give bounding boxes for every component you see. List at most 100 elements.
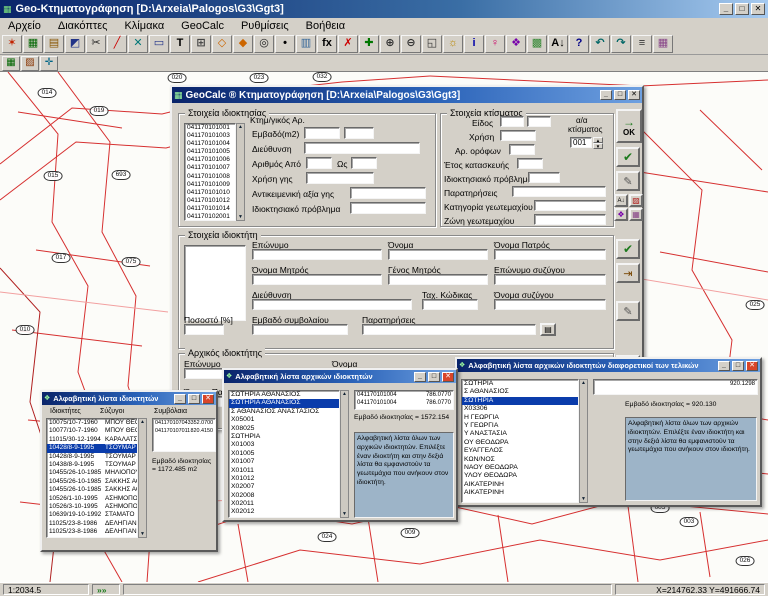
owner-list-item[interactable]: 11025/23-8-1986ΔΕΛΗΓΙΑΝ [47,520,137,528]
mother-name-field[interactable] [252,274,382,285]
kind-field[interactable] [500,116,524,127]
parcel-code-item[interactable]: 041170101005 [185,148,235,156]
sheet-index-icon[interactable]: ▤ [44,35,64,53]
sort-az-button[interactable]: A↓ [614,194,628,207]
owners-dialog-titlebar[interactable]: ❖ Αλφαβητική λίστα ιδιοκτητών _ □ ✕ [42,392,216,405]
palette-icon[interactable]: ❖ [506,35,526,53]
grid-cells-icon[interactable]: ⊞ [191,35,211,53]
parcel-code-item[interactable]: 041170101012 [185,197,235,205]
parcel-code-item[interactable]: 041170101003 [185,132,235,140]
geocalc-dialog-titlebar[interactable]: ▦ GeoCalc ® Κτηματογράφηση [D:\Arxeia\Pa… [172,87,642,103]
owner-list-item[interactable]: X02007 [229,483,339,491]
parcel-codes-listbox[interactable]: 0411701010010411701010030411701010040411… [184,123,236,221]
surname-field[interactable] [252,249,382,260]
notes-list-button[interactable]: ▤ [540,323,556,336]
parcel-code-item[interactable]: 041170101004 [185,140,235,148]
codes-scrollbar[interactable]: ▲▼ [236,123,245,221]
menu-item[interactable]: Ρυθμίσεις [233,20,297,32]
owner-list-item[interactable]: X08025 [229,425,339,433]
confirm-check-button[interactable]: ✔ [616,147,640,167]
building-problem-field[interactable] [528,172,560,183]
text-tool-icon[interactable]: T [170,35,190,53]
name-field[interactable] [388,249,488,260]
minimize-button[interactable]: _ [174,394,186,404]
maximize-button[interactable]: □ [428,372,440,382]
owner-list-item[interactable]: X03306 [462,405,578,413]
owner-list-item[interactable]: ΣΩΤΗΡΙΑ ΑΘΑΝΑΣΙΟΣ [229,391,339,399]
diff-owner-listbox[interactable]: ΣΩΤΗΡΙΑΣ ΑΘΑΝΑΣΙΟΣΣΩΤΗΡΙΑX03306Η ΓΕΩΡΓΙΑ… [461,379,579,503]
floors-field[interactable] [509,144,535,155]
redo-icon[interactable]: ↷ [611,35,631,53]
parcel-code-item[interactable]: 041170101001 [185,124,235,132]
owner-list-item[interactable]: Σ ΑΘΑΝΑΣΙΟΣ [462,388,578,396]
owner-address-field[interactable] [252,299,412,310]
print-button[interactable]: ▨ [629,194,643,207]
owner-list-item[interactable]: X01007 [229,458,339,466]
parcel-code-item[interactable]: 041170101007 [185,164,235,172]
delete-icon[interactable]: ✗ [338,35,358,53]
owner-list-item[interactable]: X01011 [229,467,339,475]
owner-list-item[interactable]: 10455/26-10-1985ΣΑΚΚΗΣ ΑΘ [47,486,137,494]
maximize-button[interactable]: □ [614,90,626,100]
minimize-button[interactable]: _ [600,90,612,100]
owner-list-item[interactable]: 10455/26-10-1985ΣΑΚΚΗΣ ΑΘ [47,478,137,486]
owner-list-item[interactable]: 10428/8-9-1995ΤΣΟΥΜΑΡ [47,444,137,452]
orig-list-scrollbar[interactable]: ▲▼ [340,390,349,518]
cross-tool-icon[interactable]: ✕ [128,35,148,53]
owner-edit-pen-button[interactable]: ✎ [616,301,640,321]
parcel-list-item[interactable]: 041170101004786.0770 [355,399,453,407]
address-field[interactable] [304,142,420,154]
menu-item[interactable]: Κλίμακα [116,20,172,32]
postcode-field[interactable] [422,299,478,310]
layer-manager-icon[interactable]: ▦ [2,56,20,71]
parcel-list-item[interactable]: 041170101004786.0770 [355,391,453,399]
owner-list-item[interactable]: ΟΥ ΘΕΟΔΩΡΑ [462,439,578,447]
palette-button[interactable]: ❖ [614,208,628,221]
parcel-code-item[interactable]: 041170101010 [185,189,235,197]
edit-pen-button[interactable]: ✎ [616,171,640,191]
point-tool-icon[interactable]: • [275,35,295,53]
owner-list-item[interactable]: X05001 [229,416,339,424]
owner-list-item[interactable]: 10526/1-10-1995ΑΣΗΜΟΠΟ [47,495,137,503]
owner-list-item[interactable]: 10428/8-9-1995ΤΣΟΥΜΑΡ [47,453,137,461]
raster-view-icon[interactable]: ▨ [21,56,39,71]
close-button[interactable]: ✕ [628,90,640,100]
owner-list-item[interactable]: 10639/19-10-1992ΣΤΑΜΑΤΟ [47,511,137,519]
table-icon[interactable]: ▦ [653,35,673,53]
maximize-button[interactable]: □ [732,361,744,371]
owner-list-item[interactable]: X02012 [229,508,339,516]
scissors-icon[interactable]: ✂ [86,35,106,53]
objective-value-field[interactable] [350,187,426,199]
north-arrow-icon[interactable]: ✶ [2,35,22,53]
owner-list-item[interactable]: ΥΛΟΥ ΘΕΟΔΩΡΑ [462,472,578,480]
app-close-button[interactable]: ✕ [751,3,765,15]
owner-list-item[interactable]: X01012 [229,475,339,483]
parcel-list-item[interactable]: 920.1298 [594,380,757,388]
orig-owner-listbox[interactable]: ΣΩΤΗΡΙΑ ΑΘΑΝΑΣΙΟΣΣΩΤΗΡΙΑ ΑΘΑΝΑΣΙΟΣΣ ΑΘΑΝ… [228,390,340,518]
owner-list-item[interactable]: 10526/3-10-1995ΑΣΗΜΟΠΟ [47,503,137,511]
owner-list-item[interactable]: X01003 [229,441,339,449]
owner-confirm-button[interactable]: ✔ [616,239,640,259]
owner-list-item[interactable]: 11015/30-12-1994ΚΑΡΑΛΑΤΣ [47,436,137,444]
info-icon[interactable]: i [464,35,484,53]
area-field-2[interactable] [344,127,374,139]
close-button[interactable]: ✕ [202,394,214,404]
mother-genus-field[interactable] [388,274,488,285]
zoom-out-icon[interactable]: ⊖ [401,35,421,53]
calculator-icon[interactable]: ≡ [632,35,652,53]
menu-item[interactable]: Βοήθεια [298,20,353,32]
owners-list-scrollbar[interactable]: ▲▼ [138,418,147,538]
owner-list-item[interactable]: 10455/26-10-1985ΜΗΛΙΟΠΟΥ [47,469,137,477]
parcel-code-item[interactable]: 041170101008 [185,173,235,181]
parcel-category-field[interactable] [534,200,606,211]
parcel-code-item[interactable]: 041170101006 [185,156,235,164]
notes-field[interactable] [512,186,606,197]
sort-az-icon[interactable]: A↓ [548,35,568,53]
diff-parcels-listbox[interactable]: 920.1298 [593,379,758,395]
number-to-field[interactable] [351,157,377,169]
parcel-code-item[interactable]: 041170101009 [185,181,235,189]
owner-list-item[interactable]: Η ΓΕΩΡΓΙΑ [462,414,578,422]
parcel-zone-field[interactable] [534,214,606,225]
contract-list-item[interactable]: 041170107043352.0700 [153,419,215,427]
diff-list-scrollbar[interactable]: ▲▼ [579,379,588,503]
